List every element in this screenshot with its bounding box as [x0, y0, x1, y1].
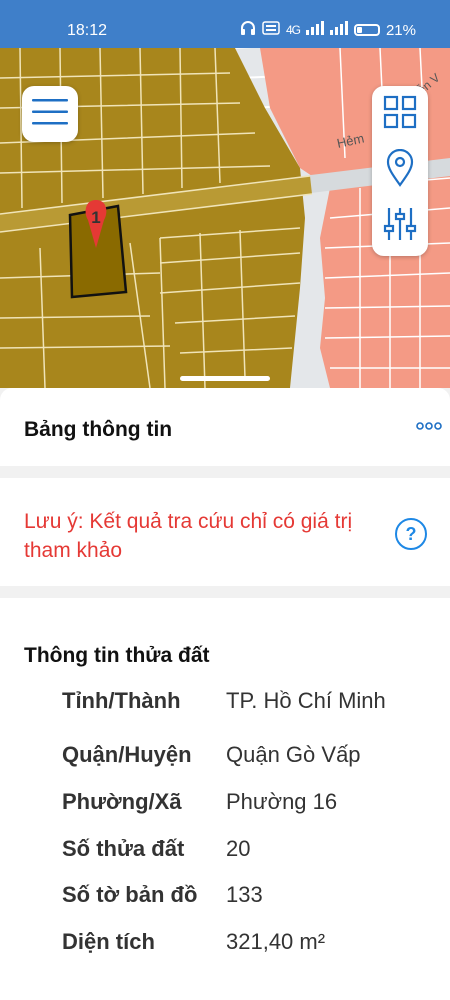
location-button[interactable] [380, 148, 420, 192]
drag-handle[interactable] [180, 376, 270, 381]
hamburger-menu-icon [32, 98, 68, 130]
signal-strength-2-icon [329, 21, 348, 39]
status-bar: 18:12 4G 21% [0, 0, 450, 48]
parcel-info-title: Thông tin thửa đất [24, 644, 210, 667]
info-value: 321,40 m² [226, 929, 326, 954]
more-dots-icon[interactable] [416, 419, 442, 433]
volte-icon [262, 20, 280, 40]
layers-button[interactable] [380, 94, 420, 134]
info-value: Quận Gò Vấp [226, 742, 361, 767]
map-tools [372, 86, 428, 256]
info-label: Số thửa đất [62, 836, 185, 861]
menu-button[interactable] [22, 86, 78, 142]
battery-icon [353, 24, 380, 36]
info-row-district: Quận/Huyện Quận Gò Vấp [62, 742, 442, 768]
info-row-province: Tỉnh/Thành TP. Hồ Chí Minh [62, 688, 442, 714]
info-value: TP. Hồ Chí Minh [226, 688, 386, 713]
info-label: Diện tích [62, 929, 155, 954]
network-type-label: 4G [285, 23, 301, 37]
parcel-info-card: Thông tin thửa đất Tỉnh/Thành TP. Hồ Chí … [0, 598, 450, 1000]
info-row-parcel-number: Số thửa đất 20 [62, 836, 442, 862]
info-label: Tỉnh/Thành [62, 688, 181, 713]
info-row-map-sheet: Số tờ bản đồ 133 [62, 882, 442, 908]
headphones-icon [240, 20, 256, 40]
info-label: Số tờ bản đồ [62, 882, 198, 907]
filter-button[interactable] [380, 206, 420, 246]
signal-strength-icon [305, 21, 324, 39]
sliders-icon [383, 206, 417, 247]
info-label: Phường/Xã [62, 789, 182, 814]
info-row-ward: Phường/Xã Phường 16 [62, 789, 442, 815]
clock: 18:12 [67, 22, 108, 39]
status-icons: 4G 21% [240, 20, 416, 40]
panel-title: Bảng thông tin [24, 418, 173, 441]
info-row-area: Diện tích 321,40 m² [62, 929, 442, 955]
help-icon[interactable]: ? [395, 518, 427, 550]
grid-view-icon [383, 95, 417, 134]
info-label: Quận/Huyện [62, 742, 192, 767]
info-value: Phường 16 [226, 789, 338, 814]
disclaimer-card: Lưu ý: Kết quả tra cứu chỉ có giá trị th… [0, 478, 450, 586]
disclaimer-text: Lưu ý: Kết quả tra cứu chỉ có giá trị th… [24, 510, 353, 562]
parcel-marker-label: 1 [91, 208, 100, 227]
info-value: 133 [226, 882, 263, 907]
info-value: 20 [226, 836, 251, 861]
battery-percent: 21% [385, 21, 416, 39]
info-panel-header: Bảng thông tin [0, 388, 450, 466]
location-pin-icon [386, 148, 414, 192]
